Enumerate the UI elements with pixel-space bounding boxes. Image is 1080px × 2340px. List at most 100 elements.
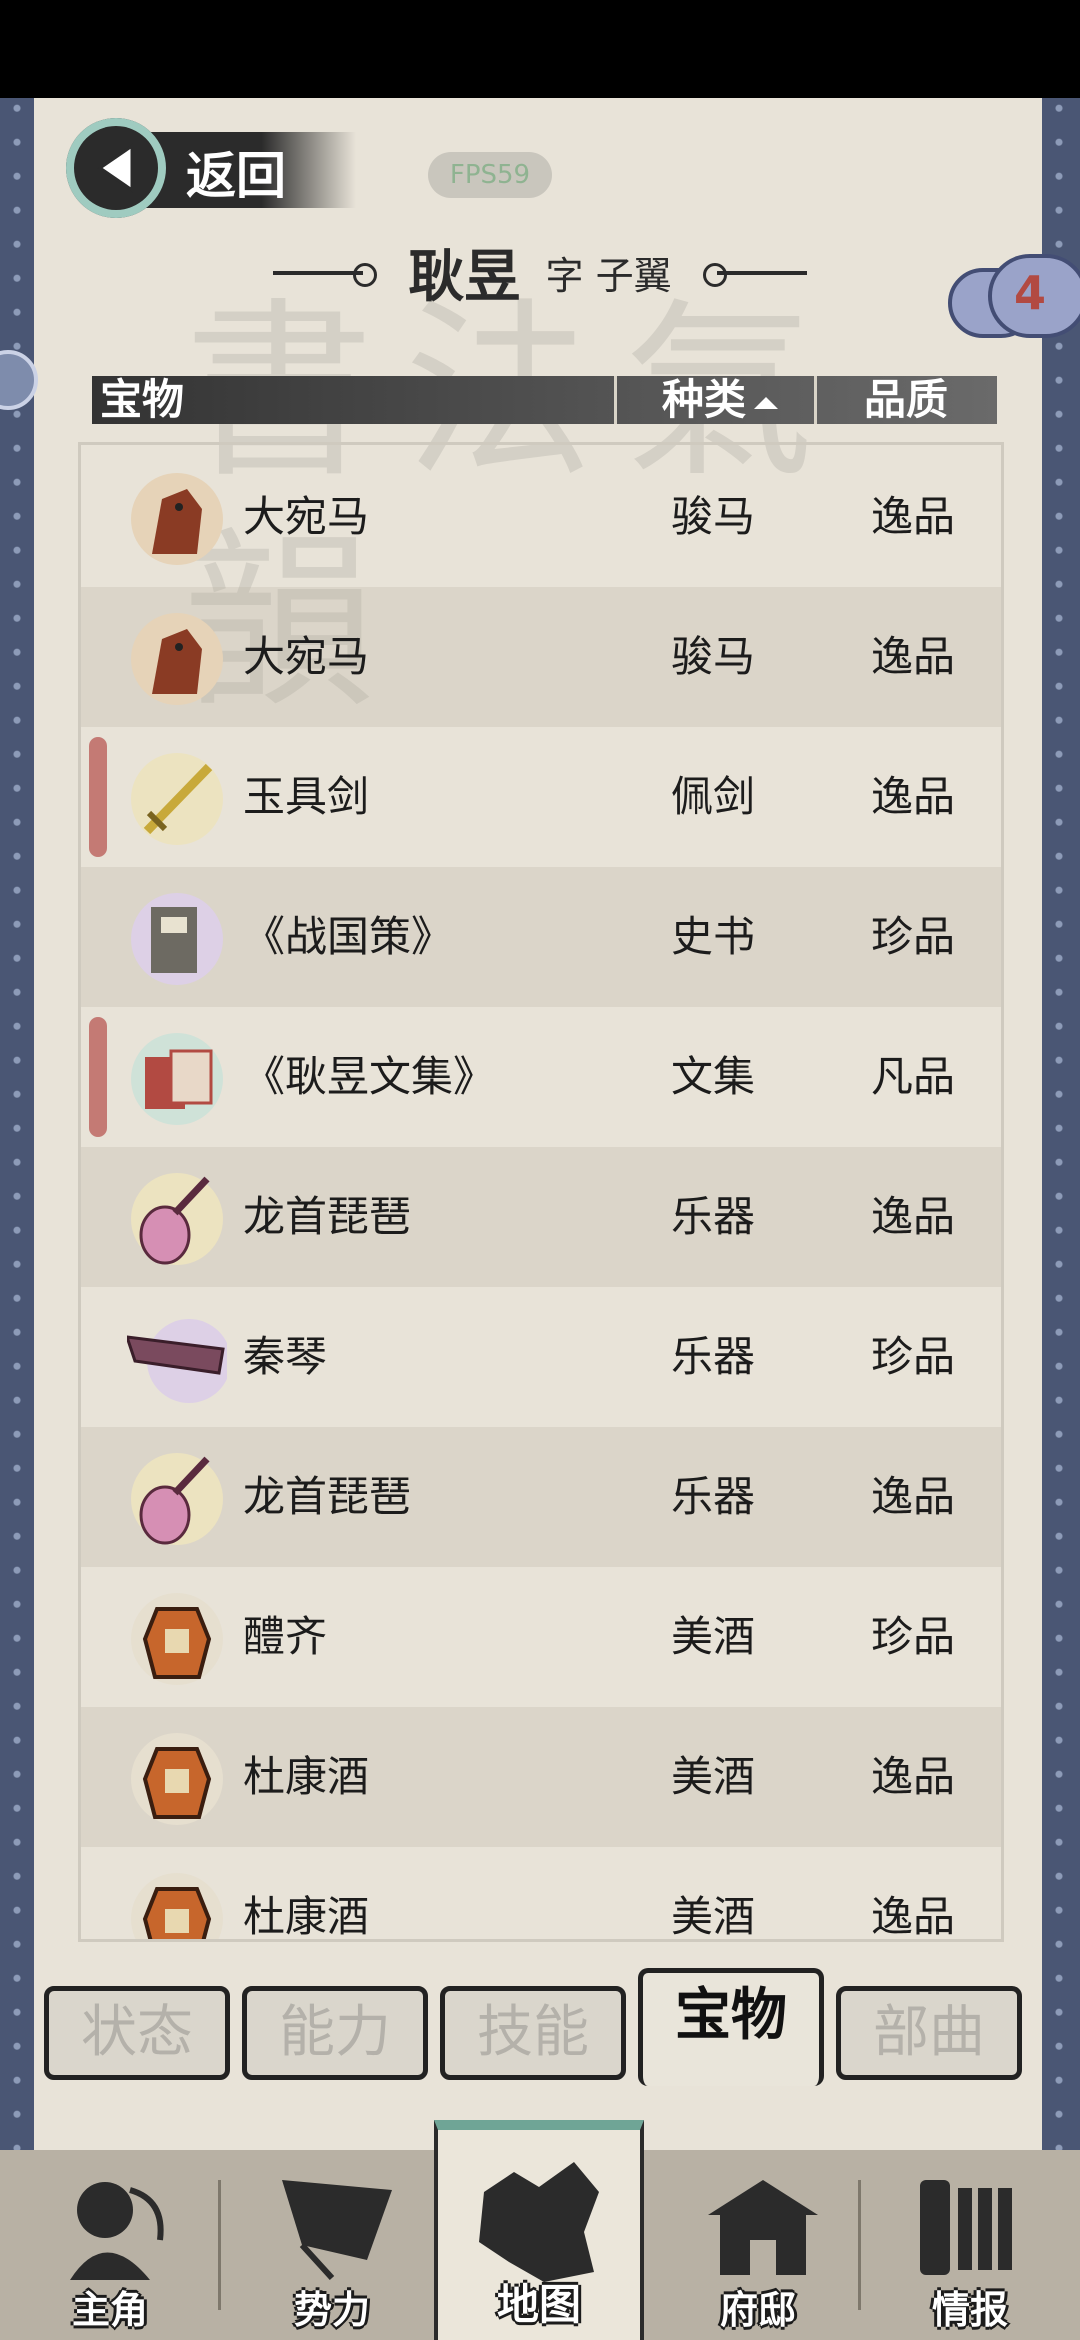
item-kind: 文集 bbox=[671, 1052, 756, 1101]
back-arrow-icon bbox=[66, 118, 166, 218]
item-quality: 逸品 bbox=[871, 772, 956, 821]
item-name: 大宛马 bbox=[243, 492, 370, 541]
qin-icon bbox=[127, 1309, 227, 1409]
table-row[interactable]: 醴齐 美酒 珍品 bbox=[81, 1567, 1001, 1707]
item-name: 秦琴 bbox=[243, 1332, 328, 1381]
nav-faction[interactable]: 势力 bbox=[232, 2150, 432, 2340]
wine-jar-icon bbox=[127, 1729, 227, 1829]
nav-label: 势力 bbox=[293, 2287, 370, 2332]
item-name: 《战国策》 bbox=[243, 912, 454, 961]
table-row[interactable]: 秦琴 乐器 珍品 bbox=[81, 1287, 1001, 1427]
item-quality: 逸品 bbox=[871, 1472, 956, 1521]
item-quality: 凡品 bbox=[871, 1052, 956, 1101]
table-row[interactable]: 龙首琵琶 乐器 逸品 bbox=[81, 1147, 1001, 1287]
scroll-book-icon bbox=[127, 1029, 227, 1129]
table-header: 宝物 种类 品质 bbox=[92, 376, 1002, 424]
tab-1[interactable]: 能力 bbox=[242, 1986, 428, 2080]
item-kind: 骏马 bbox=[671, 632, 756, 681]
intel-scroll-icon bbox=[920, 2180, 1012, 2275]
item-name: 龙首琵琶 bbox=[243, 1472, 412, 1521]
item-kind: 骏马 bbox=[671, 492, 756, 541]
row-marker bbox=[89, 737, 107, 857]
table-row[interactable]: 玉具剑 佩剑 逸品 bbox=[81, 727, 1001, 867]
tab-4[interactable]: 部曲 bbox=[836, 1986, 1022, 2080]
table-row[interactable]: 大宛马 骏马 逸品 bbox=[81, 447, 1001, 587]
status-bar bbox=[0, 0, 1080, 98]
table-row[interactable]: 杜康酒 美酒 逸品 bbox=[81, 1707, 1001, 1847]
table-row[interactable]: 《耿昱文集》 文集 凡品 bbox=[81, 1007, 1001, 1147]
item-name: 玉具剑 bbox=[243, 772, 370, 821]
item-kind: 乐器 bbox=[671, 1472, 756, 1521]
nav-label: 地图 bbox=[496, 2280, 581, 2329]
cloud-badge[interactable]: 4 bbox=[938, 248, 1080, 338]
page-title: 耿昱 字 子翼 bbox=[0, 232, 1080, 313]
back-label: 返回 bbox=[186, 146, 286, 205]
nav-intel[interactable]: 情报 bbox=[870, 2150, 1070, 2340]
item-quality: 逸品 bbox=[871, 632, 956, 681]
column-kind-label: 种类 bbox=[662, 375, 747, 424]
item-kind: 美酒 bbox=[671, 1612, 756, 1661]
tab-bar: 状态 能力 技能 宝物 部曲 bbox=[34, 1968, 1042, 2096]
column-item[interactable]: 宝物 bbox=[100, 376, 184, 424]
courtesy-name: 字 子翼 bbox=[545, 254, 672, 298]
item-quality: 珍品 bbox=[871, 912, 956, 961]
back-button[interactable]: 返回 bbox=[66, 118, 356, 220]
item-kind: 美酒 bbox=[671, 1892, 756, 1941]
sort-ascending-icon bbox=[754, 397, 779, 409]
horse-icon bbox=[127, 469, 227, 569]
hero-icon bbox=[70, 2182, 164, 2280]
nav-divider bbox=[218, 2180, 221, 2310]
horse-icon bbox=[127, 609, 227, 709]
wine-jar-icon bbox=[127, 1589, 227, 1689]
wine-jar-icon bbox=[127, 1869, 227, 1939]
title-ornament-right bbox=[702, 262, 807, 287]
table-row[interactable]: 龙首琵琶 乐器 逸品 bbox=[81, 1427, 1001, 1567]
item-kind: 史书 bbox=[671, 912, 756, 961]
tab-0[interactable]: 状态 bbox=[44, 1986, 230, 2080]
column-quality[interactable]: 品质 bbox=[864, 376, 948, 424]
item-quality: 逸品 bbox=[871, 1752, 956, 1801]
nav-hero[interactable]: 主角 bbox=[10, 2150, 210, 2340]
item-quality: 逸品 bbox=[871, 492, 956, 541]
nav-divider bbox=[858, 2180, 861, 2310]
mansion-icon bbox=[708, 2180, 818, 2275]
pipa-icon bbox=[127, 1169, 227, 1269]
table-row[interactable]: 大宛马 骏马 逸品 bbox=[81, 587, 1001, 727]
right-border bbox=[1042, 98, 1080, 2153]
sword-icon bbox=[127, 749, 227, 849]
tab-3[interactable]: 宝物 bbox=[638, 1968, 824, 2086]
item-kind: 佩剑 bbox=[671, 772, 756, 821]
item-quality: 逸品 bbox=[871, 1192, 956, 1241]
character-name: 耿昱 bbox=[408, 244, 521, 310]
item-name: 杜康酒 bbox=[243, 1892, 370, 1941]
row-marker bbox=[89, 1017, 107, 1137]
item-name: 杜康酒 bbox=[243, 1752, 370, 1801]
item-kind: 美酒 bbox=[671, 1752, 756, 1801]
tab-2[interactable]: 技能 bbox=[440, 1986, 626, 2080]
column-separator bbox=[814, 376, 817, 424]
item-name: 大宛马 bbox=[243, 632, 370, 681]
flag-icon bbox=[282, 2180, 392, 2280]
nav-mansion[interactable]: 府邸 bbox=[658, 2150, 858, 2340]
nav-label: 府邸 bbox=[719, 2287, 796, 2332]
nav-label: 情报 bbox=[931, 2287, 1008, 2332]
fps-counter: FPS59 bbox=[428, 152, 552, 198]
title-ornament-left bbox=[273, 262, 378, 287]
item-quality: 逸品 bbox=[871, 1892, 956, 1941]
pipa-icon bbox=[127, 1449, 227, 1549]
column-kind[interactable]: 种类 bbox=[662, 375, 779, 424]
item-quality: 珍品 bbox=[871, 1612, 956, 1661]
table-header-bar bbox=[92, 376, 997, 424]
item-quality: 珍品 bbox=[871, 1332, 956, 1381]
item-kind: 乐器 bbox=[671, 1332, 756, 1381]
treasure-list[interactable]: 大宛马 骏马 逸品 大宛马 骏马 逸品 玉具剑 佩剑 逸品 《战国策》 史书 珍品 《耿昱文集》 文集 凡品… bbox=[78, 442, 1004, 1942]
column-separator bbox=[614, 376, 617, 424]
item-name: 龙首琵琶 bbox=[243, 1192, 412, 1241]
badge-count: 4 bbox=[1013, 266, 1046, 320]
table-row[interactable]: 杜康酒 美酒 逸品 bbox=[81, 1847, 1001, 1941]
nav-map[interactable]: 地图 bbox=[434, 2120, 644, 2340]
item-name: 《耿昱文集》 bbox=[243, 1052, 496, 1101]
book-icon bbox=[127, 889, 227, 989]
table-row[interactable]: 《战国策》 史书 珍品 bbox=[81, 867, 1001, 1007]
item-kind: 乐器 bbox=[671, 1192, 756, 1241]
